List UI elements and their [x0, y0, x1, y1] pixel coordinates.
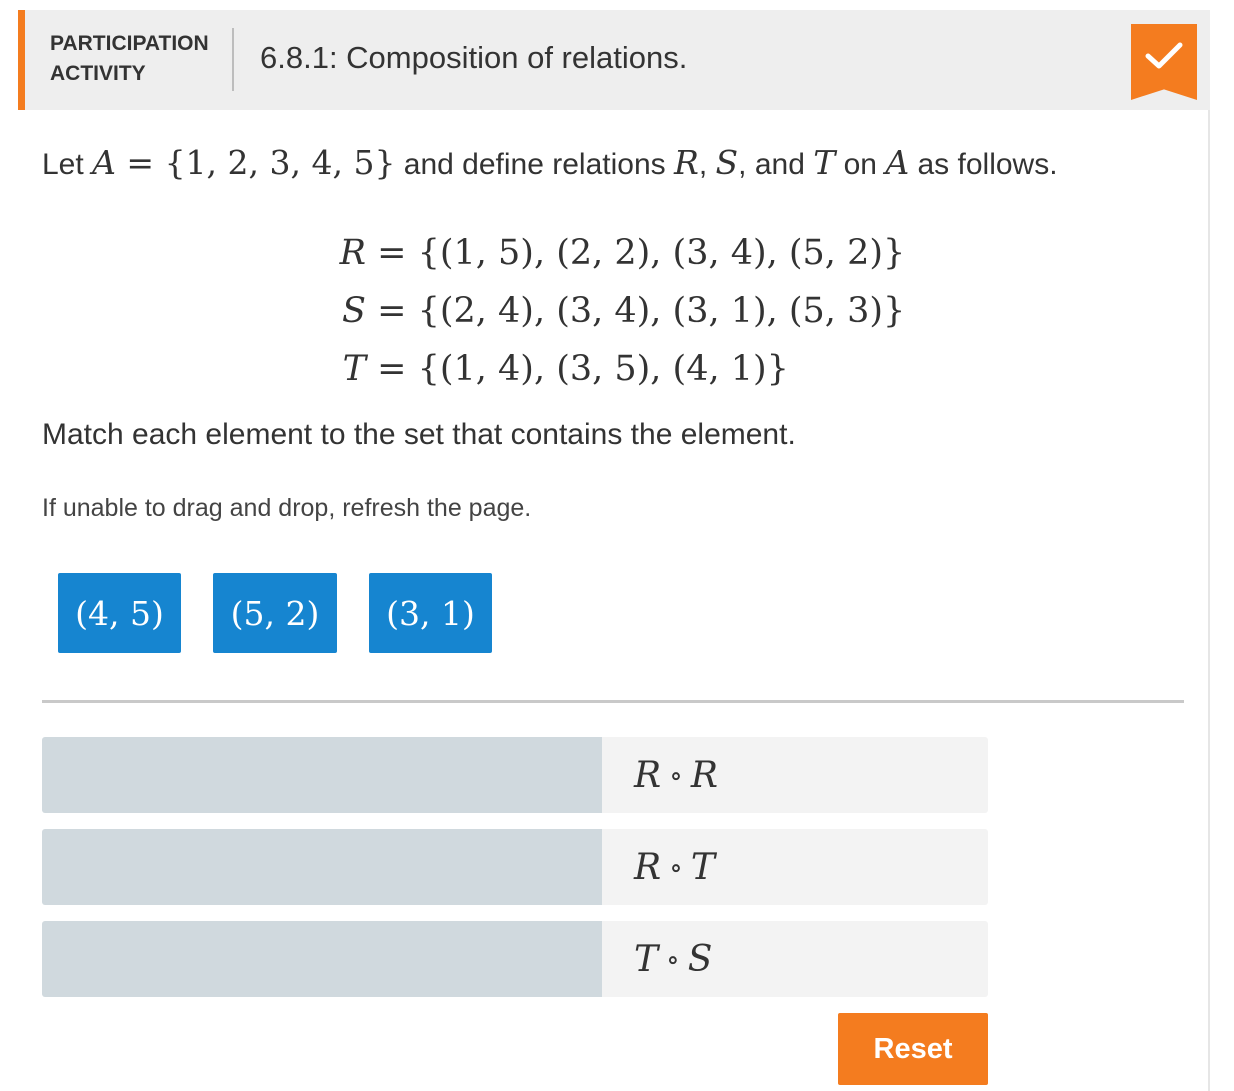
drop-zone[interactable]: [42, 829, 602, 905]
intro-as-follows: as follows.: [917, 148, 1058, 181]
activity-type-label: PARTICIPATION ACTIVITY: [50, 29, 240, 89]
activity-header: PARTICIPATION ACTIVITY 6.8.1: Compositio…: [18, 10, 1210, 110]
draggable-tile-5-2[interactable]: (5, 2): [213, 573, 337, 653]
intro-on: on: [843, 148, 877, 181]
drag-drop-hint: If unable to drag and drop, refresh the …: [42, 494, 532, 522]
relation-name: T: [342, 349, 366, 389]
draggable-tile-3-1[interactable]: (3, 1): [369, 573, 492, 653]
header-divider: [232, 28, 234, 91]
intro-relation-t: T: [813, 143, 836, 182]
relation-t-definition: T = {(1, 4), (3, 5), (4, 1)}: [328, 340, 928, 398]
composition-operator: ∘: [669, 850, 683, 884]
composition-left: T: [634, 938, 659, 980]
intro-let: Let: [42, 148, 84, 181]
intro-relation-s: S: [715, 143, 739, 182]
intro-set-definition: A = {1, 2, 3, 4, 5}: [92, 143, 395, 182]
intro-relation-r: R: [674, 143, 699, 182]
composition-label: R ∘ R: [602, 737, 988, 813]
activity-type-line2: ACTIVITY: [50, 62, 146, 85]
match-row-r-o-t: R ∘ T: [42, 829, 988, 905]
problem-intro: Let A = {1, 2, 3, 4, 5} and define relat…: [42, 142, 1058, 186]
match-row-t-o-s: T ∘ S: [42, 921, 988, 997]
match-row-r-o-r: R ∘ R: [42, 737, 988, 813]
composition-right: S: [687, 938, 713, 980]
relation-name: S: [342, 291, 366, 331]
relation-value: {(2, 4), (3, 4), (3, 1), (5, 3)}: [417, 291, 906, 331]
composition-left: R: [634, 754, 662, 796]
relation-value: {(1, 4), (3, 5), (4, 1)}: [417, 349, 789, 389]
intro-set-value: {1, 2, 3, 4, 5}: [164, 143, 396, 182]
checkmark-icon: [1145, 42, 1183, 69]
intro-equals: =: [126, 143, 155, 182]
relation-definitions: R = {(1, 5), (2, 2), (3, 4), (5, 2)} S =…: [328, 224, 928, 398]
intro-set-name-2: A: [885, 143, 910, 182]
composition-left: R: [634, 846, 662, 888]
composition-label: R ∘ T: [602, 829, 988, 905]
intro-set-name: A: [92, 143, 116, 182]
drop-zone[interactable]: [42, 921, 602, 997]
intro-and-define: and define relations: [403, 148, 666, 181]
participation-activity-card: PARTICIPATION ACTIVITY 6.8.1: Compositio…: [18, 10, 1210, 1091]
composition-operator: ∘: [669, 758, 683, 792]
composition-operator: ∘: [666, 942, 680, 976]
relation-name: R: [339, 233, 366, 273]
activity-title: 6.8.1: Composition of relations.: [260, 40, 688, 75]
intro-comma: ,: [698, 148, 708, 181]
tiles-separator: [42, 700, 1184, 703]
completion-badge: [1131, 24, 1197, 100]
intro-comma-and: , and: [738, 148, 805, 181]
drop-zone[interactable]: [42, 737, 602, 813]
draggable-tile-4-5[interactable]: (4, 5): [58, 573, 181, 653]
relation-value: {(1, 5), (2, 2), (3, 4), (5, 2)}: [417, 233, 906, 273]
reset-button[interactable]: Reset: [838, 1013, 988, 1085]
composition-right: R: [690, 754, 718, 796]
relation-r-definition: R = {(1, 5), (2, 2), (3, 4), (5, 2)}: [328, 224, 928, 282]
activity-type-line1: PARTICIPATION: [50, 32, 209, 55]
instructions-text: Match each element to the set that conta…: [42, 418, 796, 451]
relation-s-definition: S = {(2, 4), (3, 4), (3, 1), (5, 3)}: [328, 282, 928, 340]
composition-label: T ∘ S: [602, 921, 988, 997]
composition-right: T: [690, 846, 715, 888]
